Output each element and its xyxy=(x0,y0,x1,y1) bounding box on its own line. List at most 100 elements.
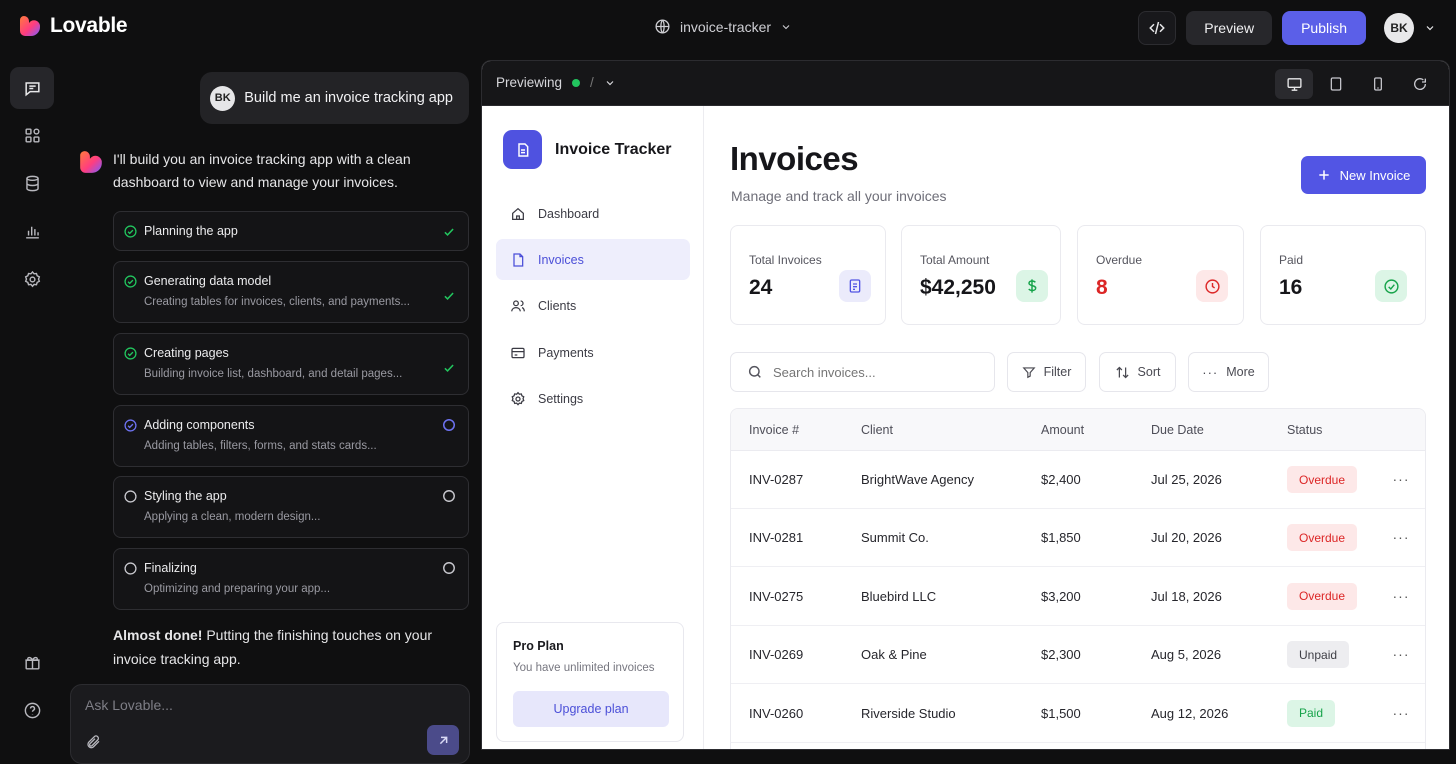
more-label: More xyxy=(1226,365,1255,379)
rail-chat-button[interactable] xyxy=(10,67,54,109)
desktop-view-button[interactable] xyxy=(1275,69,1313,99)
sidebar-item-dashboard[interactable]: Dashboard xyxy=(496,193,690,234)
column-header[interactable]: Due Date xyxy=(1151,423,1204,437)
check-circle-icon xyxy=(124,225,137,238)
table-row[interactable]: INV-0269 Oak & Pine $2,300 Aug 5, 2026 Unpai… xyxy=(731,626,1425,685)
table-cell-amount: $3,200 xyxy=(1041,588,1081,604)
chevron-down-icon xyxy=(782,24,790,29)
stat-value: 16 xyxy=(1279,276,1303,299)
lovable-logo-icon xyxy=(80,151,102,173)
sidebar-item-settings[interactable]: Settings xyxy=(496,378,690,419)
table-cell-id: INV-0269 xyxy=(749,647,804,663)
clock-icon xyxy=(1204,278,1220,294)
column-header[interactable]: Status xyxy=(1287,423,1322,437)
chevron-down-icon[interactable] xyxy=(1424,22,1436,34)
sidebar-item-clients[interactable]: Clients xyxy=(496,285,690,326)
row-actions-icon[interactable]: ··· xyxy=(1391,469,1411,489)
stat-icon-badge xyxy=(839,270,871,302)
new-invoice-button[interactable]: New Invoice xyxy=(1301,156,1426,194)
circle-icon xyxy=(124,562,137,575)
step-subtitle: Adding tables, filters, forms, and stats… xyxy=(144,440,377,452)
step-subtitle: Optimizing and preparing your app... xyxy=(144,583,331,595)
status-badge: Overdue xyxy=(1287,524,1358,552)
tablet-view-button[interactable] xyxy=(1317,69,1355,99)
left-rail xyxy=(0,56,64,750)
rail-analytics-button[interactable] xyxy=(10,210,54,252)
preview-path[interactable]: / xyxy=(590,75,594,90)
chevron-down-icon[interactable] xyxy=(604,77,616,89)
preview-button[interactable]: Preview xyxy=(1186,11,1273,45)
stat-card-overdue: Overdue 8 xyxy=(1077,225,1244,325)
sidebar-item-invoices[interactable]: Invoices xyxy=(496,239,690,280)
preview-status-label: Previewing xyxy=(496,75,563,90)
app-name: Invoice Tracker xyxy=(555,141,672,158)
circle-icon xyxy=(443,562,455,574)
user-message: BK Build me an invoice tracking app xyxy=(200,72,469,124)
top-bar: Lovable invoice-tracker Preview Publish … xyxy=(0,0,1456,56)
sort-label: Sort xyxy=(1137,365,1161,379)
circle-icon xyxy=(443,490,455,502)
filter-button[interactable]: Filter xyxy=(1007,352,1086,392)
check-icon xyxy=(444,292,454,301)
search-input[interactable] xyxy=(773,364,973,380)
sidebar-item-payments[interactable]: Payments xyxy=(496,332,690,373)
rail-settings-button[interactable] xyxy=(10,258,54,300)
row-actions-icon[interactable]: ··· xyxy=(1391,703,1411,723)
more-horizontal-icon: ··· xyxy=(1202,364,1219,380)
rail-gift-button[interactable] xyxy=(10,641,54,683)
chat-panel: BK Build me an invoice tracking app I'll… xyxy=(70,56,476,764)
step-title: Finalizing xyxy=(144,561,197,575)
rail-help-button[interactable] xyxy=(10,689,54,731)
ai-intro-text: I'll build you an invoice tracking app w… xyxy=(113,151,411,190)
table-cell-id: INV-0281 xyxy=(749,530,804,546)
code-view-button[interactable] xyxy=(1138,11,1177,45)
rail-database-button[interactable] xyxy=(10,162,54,204)
table-row[interactable]: INV-0260 Riverside Studio $1,500 Aug 12, 20… xyxy=(731,685,1425,743)
new-invoice-label: New Invoice xyxy=(1339,167,1411,183)
table-cell-due: Jul 18, 2026 xyxy=(1151,588,1222,604)
project-selector[interactable]: invoice-tracker xyxy=(654,18,792,35)
table-row[interactable]: INV-0281 Summit Co. $1,850 Jul 20, 2026 Over… xyxy=(731,509,1425,568)
more-button[interactable]: ··· More xyxy=(1188,352,1269,392)
check-circle-icon xyxy=(1383,278,1399,294)
step-item: Creating pages Building invoice list, da… xyxy=(113,333,469,395)
phone-icon xyxy=(1374,77,1382,91)
stat-card-total-amount: Total Amount $42,250 xyxy=(901,225,1061,325)
refresh-button[interactable] xyxy=(1401,69,1439,99)
publish-button[interactable]: Publish xyxy=(1282,11,1366,45)
check-icon xyxy=(444,228,454,237)
credit-card-icon xyxy=(511,347,525,358)
table-cell-amount: $1,500 xyxy=(1041,705,1081,721)
ai-status-bold: Almost done! xyxy=(113,627,203,643)
column-header[interactable]: Amount xyxy=(1041,423,1084,437)
column-header[interactable]: Client xyxy=(861,423,893,437)
avatar[interactable]: BK xyxy=(1384,13,1414,43)
paperclip-icon[interactable] xyxy=(85,733,101,751)
step-item: Generating data model Creating tables fo… xyxy=(113,261,469,323)
sort-button[interactable]: Sort xyxy=(1099,352,1176,392)
brand[interactable]: Lovable xyxy=(18,14,128,38)
sort-icon xyxy=(1115,366,1129,378)
step-title: Creating pages xyxy=(144,346,229,360)
stat-icon-badge xyxy=(1196,270,1228,302)
table-cell-due: Aug 5, 2026 xyxy=(1151,647,1222,663)
project-name: invoice-tracker xyxy=(680,18,772,35)
rail-components-button[interactable] xyxy=(10,114,54,156)
row-actions-icon[interactable]: ··· xyxy=(1391,644,1411,664)
step-item: Adding components Adding tables, filters… xyxy=(113,405,469,467)
chat-input[interactable] xyxy=(85,697,385,713)
upgrade-plan-button[interactable]: Upgrade plan xyxy=(513,691,669,727)
lovable-logo-icon xyxy=(20,16,41,36)
table-cell-client: Oak & Pine xyxy=(861,647,927,663)
row-actions-icon[interactable]: ··· xyxy=(1391,586,1411,606)
table-row[interactable]: INV-0275 Bluebird LLC $3,200 Jul 18, 2026 Ov… xyxy=(731,568,1425,626)
row-actions-icon[interactable]: ··· xyxy=(1391,527,1411,547)
send-button[interactable] xyxy=(427,725,459,755)
mobile-view-button[interactable] xyxy=(1359,69,1397,99)
document-icon xyxy=(517,142,528,157)
table-row[interactable]: INV-0287 BrightWave Agency $2,400 Jul 25, 2… xyxy=(731,451,1425,509)
page-subtitle: Manage and track all your invoices xyxy=(731,188,947,204)
status-badge: Unpaid xyxy=(1287,641,1350,669)
column-header[interactable]: Invoice # xyxy=(749,423,799,437)
check-circle-icon xyxy=(124,347,137,360)
